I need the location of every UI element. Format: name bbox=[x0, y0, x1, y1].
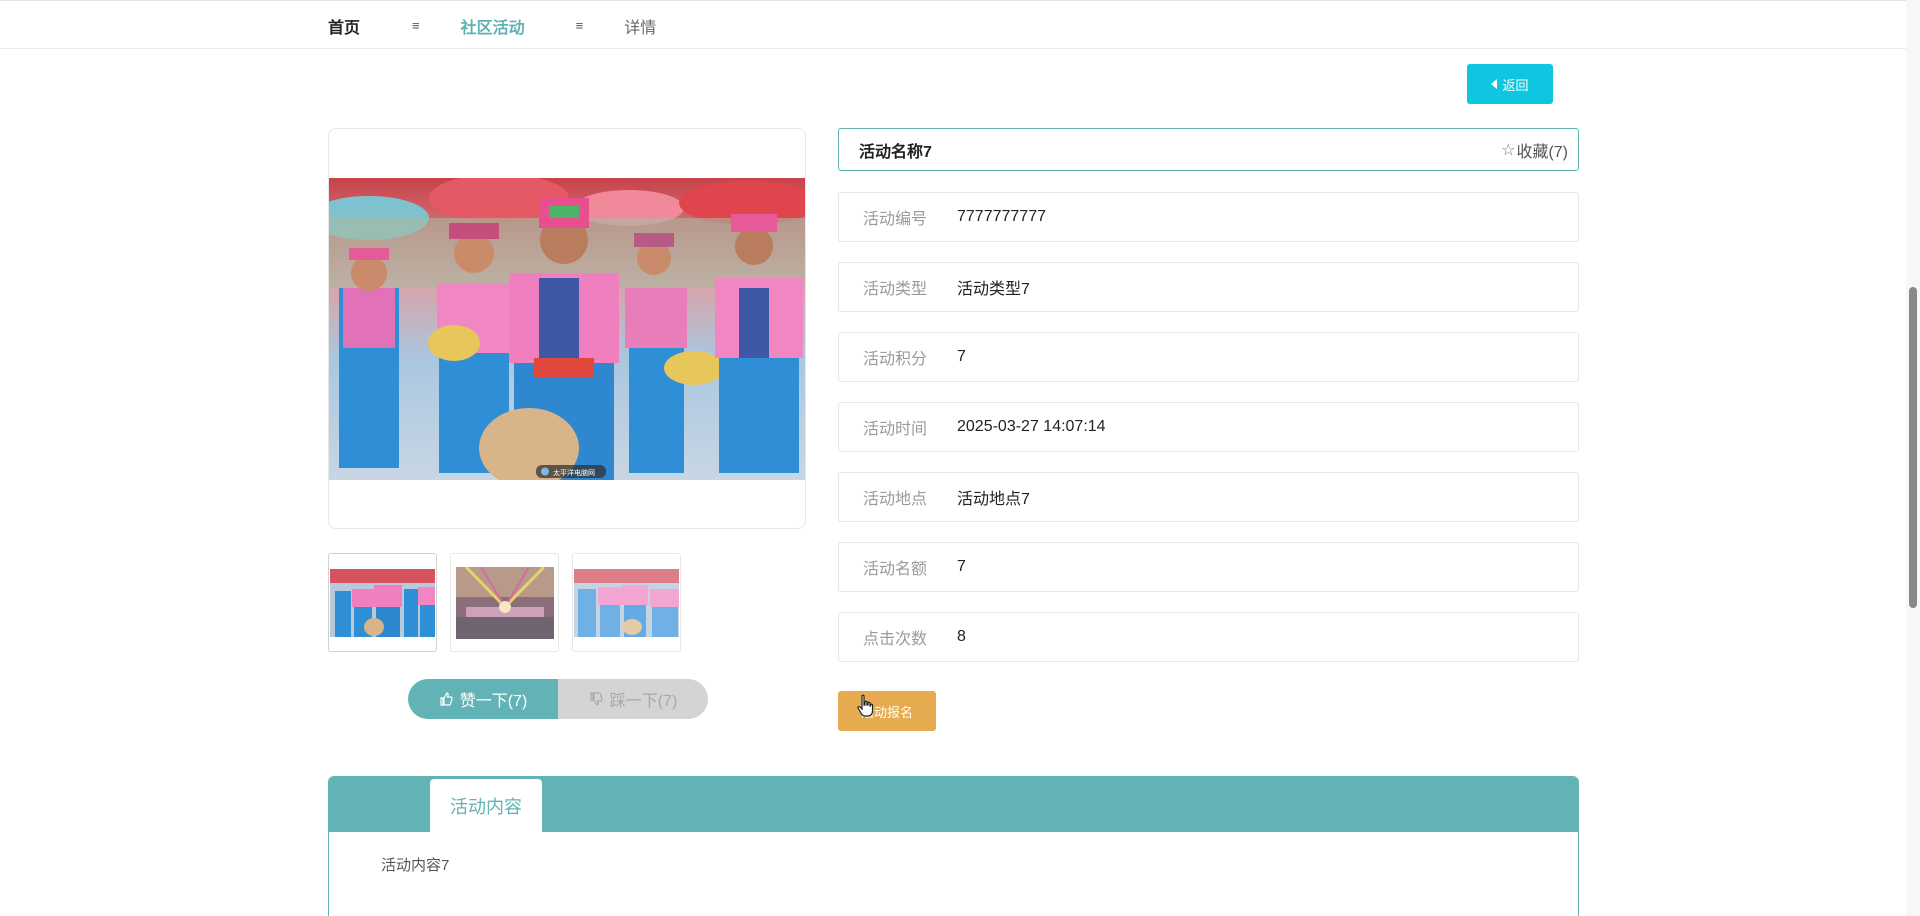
breadcrumb-home-link[interactable]: 首页 bbox=[328, 14, 360, 38]
thumbnail-image bbox=[329, 568, 436, 637]
activity-title-box: 活动名称7 ☆ 收藏(7) bbox=[838, 128, 1579, 171]
activity-photo-illustration: 太平洋电脑网 bbox=[329, 178, 805, 480]
dislike-button[interactable]: 踩一下(7) bbox=[558, 679, 708, 719]
content-panel: 活动内容 活动内容7 bbox=[328, 776, 1579, 916]
star-outline-icon: ☆ bbox=[1501, 141, 1516, 159]
thumbnail-image bbox=[455, 566, 554, 639]
vote-buttons: 赞一下(7) 踩一下(7) bbox=[408, 679, 708, 719]
field-label: 活动名额 bbox=[863, 561, 928, 578]
breadcrumb-current: 详情 bbox=[624, 19, 657, 37]
field-label: 活动地点 bbox=[863, 491, 928, 508]
field-activity-type: 活动类型 活动类型7 bbox=[838, 262, 1579, 312]
breadcrumb-bar: 首页 ≡ 社区活动 ≡ 详情 bbox=[0, 0, 1920, 49]
field-activity-location: 活动地点 活动地点7 bbox=[838, 472, 1579, 522]
field-activity-points: 活动积分 7 bbox=[838, 332, 1579, 382]
signup-button[interactable]: 活动报名 bbox=[838, 691, 936, 731]
back-button-label: 返回 bbox=[1502, 77, 1529, 93]
field-label: 活动编号 bbox=[863, 211, 928, 228]
dislike-button-label: 踩一下(7) bbox=[609, 693, 678, 710]
breadcrumb-separator-icon: ≡ bbox=[575, 18, 584, 33]
field-click-count: 点击次数 8 bbox=[838, 612, 1579, 662]
activity-photo[interactable]: 太平洋电脑网 bbox=[329, 178, 805, 480]
activity-title: 活动名称7 bbox=[859, 143, 932, 161]
tab-bar: 活动内容 bbox=[329, 777, 1578, 832]
thumbnail-3[interactable] bbox=[572, 553, 681, 652]
field-activity-quota: 活动名额 7 bbox=[838, 542, 1579, 592]
main-image-frame: 太平洋电脑网 bbox=[328, 128, 806, 529]
field-value: 2025-03-27 14:07:14 bbox=[957, 418, 1106, 435]
favorite-button[interactable]: ☆ 收藏(7) bbox=[1501, 138, 1568, 162]
activity-content-text: 活动内容7 bbox=[381, 857, 450, 874]
field-value: 7777777777 bbox=[957, 208, 1046, 225]
scrollbar-thumb[interactable] bbox=[1909, 287, 1917, 608]
thumbnail-strip bbox=[328, 553, 681, 652]
hand-cursor-icon bbox=[857, 694, 874, 717]
breadcrumb-category-link[interactable]: 社区活动 bbox=[461, 14, 525, 38]
favorite-label: 收藏(7) bbox=[1516, 143, 1568, 161]
page-scrollbar[interactable] bbox=[1906, 0, 1920, 916]
field-value: 7 bbox=[957, 348, 966, 365]
field-activity-time: 活动时间 2025-03-27 14:07:14 bbox=[838, 402, 1579, 452]
thumbs-up-icon bbox=[440, 692, 453, 706]
thumbnail-1[interactable] bbox=[328, 553, 437, 652]
field-label: 活动积分 bbox=[863, 351, 928, 368]
field-value: 8 bbox=[957, 628, 966, 645]
thumbnail-image bbox=[573, 568, 680, 637]
thumbnail-2[interactable] bbox=[450, 553, 559, 652]
field-label: 活动时间 bbox=[863, 421, 928, 438]
photo-watermark: 太平洋电脑网 bbox=[553, 468, 595, 477]
field-value: 活动地点7 bbox=[957, 491, 1030, 508]
field-label: 活动类型 bbox=[863, 281, 928, 298]
field-value: 活动类型7 bbox=[957, 281, 1030, 298]
thumbs-down-icon bbox=[590, 692, 603, 706]
field-value: 7 bbox=[957, 558, 966, 575]
like-button-label: 赞一下(7) bbox=[459, 693, 528, 710]
breadcrumb: 首页 ≡ 社区活动 ≡ 详情 bbox=[328, 1, 656, 50]
field-activity-number: 活动编号 7777777777 bbox=[838, 192, 1579, 242]
caret-left-icon bbox=[1491, 79, 1498, 89]
breadcrumb-separator-icon: ≡ bbox=[412, 18, 420, 33]
back-button[interactable]: 返回 bbox=[1467, 64, 1553, 104]
field-label: 点击次数 bbox=[863, 631, 928, 648]
tab-activity-content[interactable]: 活动内容 bbox=[430, 779, 542, 832]
like-button[interactable]: 赞一下(7) bbox=[408, 679, 558, 719]
